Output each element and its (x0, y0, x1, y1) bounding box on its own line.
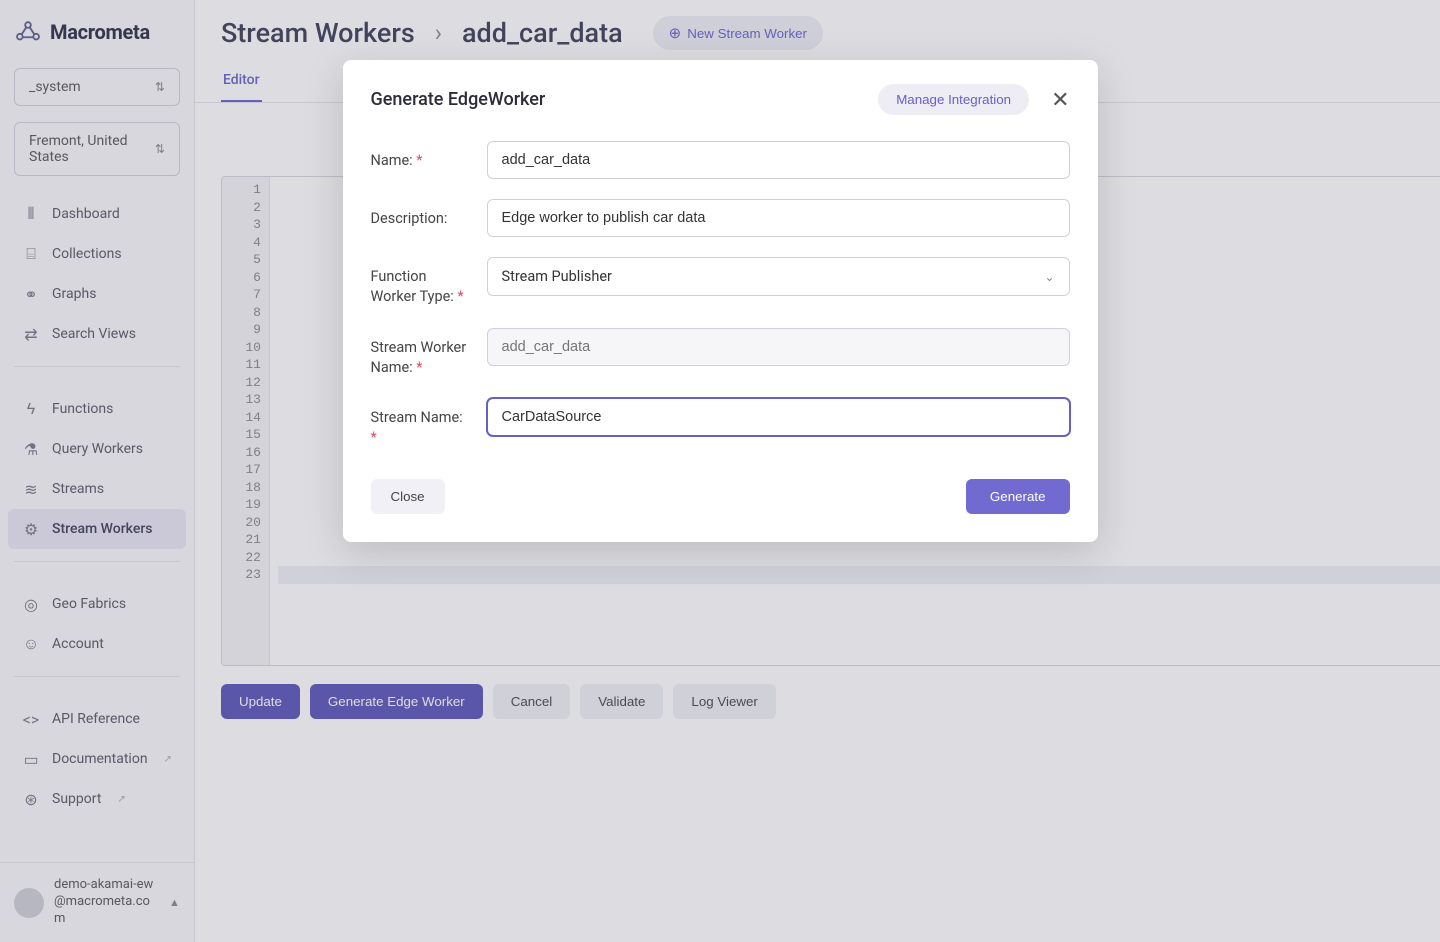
stream-name-input[interactable] (487, 398, 1070, 436)
close-icon[interactable]: ✕ (1051, 89, 1069, 111)
label-fw-type: Function Worker Type: * (371, 257, 467, 308)
modal-close-button[interactable]: Close (371, 479, 445, 514)
form-row-stream-name: Stream Name: * (371, 398, 1070, 449)
label-name: Name: * (371, 141, 467, 171)
stream-worker-name-input (487, 328, 1070, 366)
modal-overlay: Generate EdgeWorker Manage Integration ✕… (0, 0, 1440, 942)
manage-integration-button[interactable]: Manage Integration (878, 84, 1029, 115)
form-row-name: Name: * (371, 141, 1070, 179)
modal-footer: Close Generate (371, 479, 1070, 514)
form-row-description: Description: (371, 199, 1070, 237)
name-input[interactable] (487, 141, 1070, 179)
form-row-sw-name: Stream Worker Name: * (371, 328, 1070, 379)
description-input[interactable] (487, 199, 1070, 237)
modal-header: Generate EdgeWorker Manage Integration ✕ (371, 84, 1070, 115)
label-stream-name: Stream Name: * (371, 398, 467, 449)
modal-title: Generate EdgeWorker (371, 89, 546, 110)
chevron-down-icon: ⌄ (1044, 270, 1054, 284)
generate-edgeworker-modal: Generate EdgeWorker Manage Integration ✕… (343, 60, 1098, 542)
label-description: Description: (371, 199, 467, 229)
form-row-fw-type: Function Worker Type: * Stream Publisher… (371, 257, 1070, 308)
generate-button[interactable]: Generate (966, 479, 1070, 514)
label-sw-name: Stream Worker Name: * (371, 328, 467, 379)
function-worker-type-select[interactable]: Stream Publisher ⌄ (487, 257, 1070, 296)
